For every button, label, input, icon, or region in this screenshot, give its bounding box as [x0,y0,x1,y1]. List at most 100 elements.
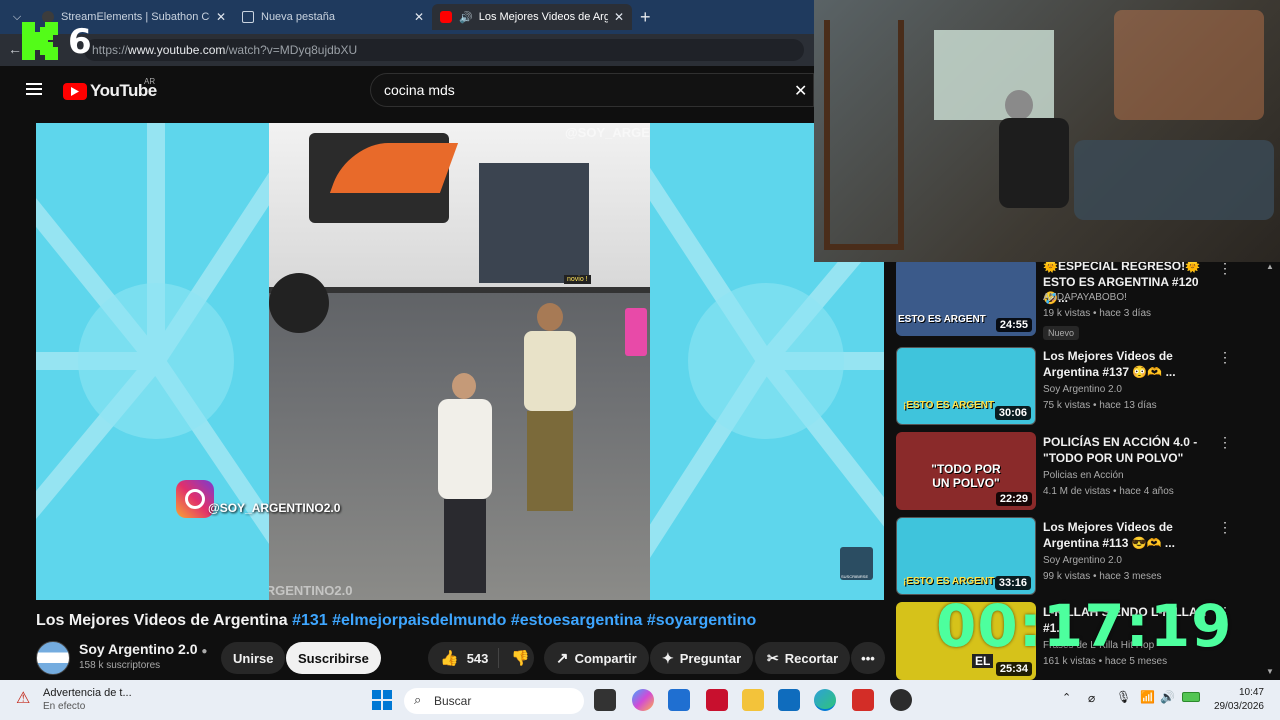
menu-icon[interactable] [26,83,42,95]
mcafee-icon[interactable] [706,689,728,711]
video-thumbnail[interactable]: ESTO ES ARGENT 24:55 [896,258,1036,336]
close-tab-icon[interactable]: ✕ [414,10,424,24]
recommendation-item[interactable]: ¡ESTO ES ARGENT 33:16 Los Mejores Videos… [896,517,1266,597]
like-count: 543 [466,650,489,666]
video-thumbnail[interactable]: ¡ESTO ES ARGENT 30:06 [896,347,1036,425]
url-scheme: https:// [92,43,129,57]
sidebar-scrollbar[interactable]: ▲ ▼ [1266,262,1274,676]
clock-time[interactable]: 10:47 [1214,687,1264,698]
more-icon[interactable]: ⋮ [1218,260,1232,277]
recommendation-title[interactable]: Los Mejores Videos de Argentina #113 😎🫶 … [1043,519,1213,551]
subscriber-count: 158 k suscriptores [79,660,161,671]
share-button[interactable]: ↗ Compartir [544,642,649,674]
webcam-overlay [814,0,1280,262]
ask-button[interactable]: ✦ Preguntar [650,642,754,674]
close-tab-icon[interactable]: ✕ [614,10,624,24]
hashtag-link[interactable]: #elmejorpaisdelmundo [332,612,506,629]
scissors-icon: ✂ [767,649,779,666]
more-icon[interactable]: ⋮ [1218,434,1232,451]
recommendation-title[interactable]: POLICÍAS EN ACCIÓN 4.0 - "TODO POR UN PO… [1043,434,1213,466]
wifi-icon[interactable]: 📶 [1140,690,1155,704]
like-button[interactable]: 👍 543 [428,648,500,668]
like-dislike-group: 👍 543 👎 [428,642,534,674]
video-title-text: Los Mejores Videos de Argentina [36,612,288,629]
recommendation-item[interactable]: ESTO ES ARGENT 24:55 🌞ESPECIAL REGRESO!🌞… [896,258,1266,340]
video-duration: 30:06 [994,406,1031,420]
more-icon[interactable]: ⋮ [1218,349,1232,366]
volume-icon[interactable]: 🔊 [1160,690,1175,704]
channel-watermark[interactable]: SUSCRIBIRSE [840,547,873,580]
lastpass-icon[interactable] [852,689,874,711]
url-path: /watch?v=MDyq8ujdbXU [225,43,358,57]
tab-label: Los Mejores Videos de Argentin [478,11,608,23]
video-thumbnail[interactable]: ¡ESTO ES ARGENT 33:16 [896,517,1036,595]
thumbs-up-icon: 👍 [440,650,459,667]
store-icon[interactable] [668,689,690,711]
tab-new-tab[interactable]: Nueva pestaña ✕ [234,4,432,30]
task-view-icon[interactable] [594,689,616,711]
new-tab-button[interactable]: + [640,7,651,28]
recommendation-title[interactable]: Los Mejores Videos de Argentina #137 😳🫶 … [1043,348,1213,380]
more-actions-button[interactable]: ••• [851,642,885,674]
recommendation-item[interactable]: "TODO POR UN POLVO" 22:29 POLICÍAS EN AC… [896,432,1266,512]
channel-name[interactable]: Soy Argentino 2.0 ● [79,641,207,657]
copilot-icon[interactable] [632,689,654,711]
more-icon[interactable]: ⋮ [1218,519,1232,536]
tab-label: Nueva pestaña [261,11,335,23]
join-button[interactable]: Unirse [221,642,286,674]
recommendation-item[interactable]: ¡ESTO ES ARGENT 30:06 Los Mejores Videos… [896,347,1266,427]
microphone-icon[interactable]: 🎙 [1116,690,1131,704]
ask-label: Preguntar [679,650,742,666]
video-duration: 22:29 [995,492,1032,506]
recommendation-channel[interactable]: Policias en Acción [1043,470,1124,481]
share-icon: ↗ [556,650,569,667]
file-explorer-icon[interactable] [742,689,764,711]
search-placeholder: Buscar [434,694,472,708]
dislike-button[interactable]: 👎 [499,649,542,667]
clip-label: Recortar [784,650,839,666]
channel-name-text: Soy Argentino 2.0 [79,641,198,657]
taskbar-search[interactable]: ⌕ Buscar [404,688,584,714]
youtube-logo[interactable]: YouTube [63,81,157,101]
tab-youtube-video[interactable]: 🔊 Los Mejores Videos de Argentin ✕ [432,4,632,30]
webcam-person [999,90,1069,240]
browser-tab-bar: ⌵ StreamElements | Subathon Count ✕ Nuev… [0,0,814,34]
recommendation-channel[interactable]: Soy Argentino 2.0 [1043,555,1122,566]
speaker-icon[interactable]: 🔊 [459,11,473,24]
edge-icon[interactable] [814,689,836,711]
subscribe-button[interactable]: Suscribirse [286,642,381,674]
logo-number: 6 [68,22,92,62]
more-icon: ••• [861,650,875,666]
clear-search-icon[interactable]: ✕ [794,81,807,101]
hashtag-link[interactable]: #soyargentino [647,612,756,629]
stream-logo: 6 [22,22,96,62]
battery-icon[interactable] [1182,692,1200,702]
thumb-caption: ¡ESTO ES ARGENT [903,400,995,411]
channel-avatar[interactable] [36,641,70,675]
back-icon[interactable]: ← [8,41,22,57]
windows-start-icon[interactable] [372,690,392,710]
clock-date[interactable]: 29/03/2026 [1206,701,1264,712]
taskbar: ⚠ Advertencia de t... En efecto ⌕ Buscar… [0,680,1280,720]
new-badge: Nuevo [1043,326,1080,340]
video-player[interactable]: novio ! @SOY_ARGENTINO2.0 @SOY_ARGENTINO… [36,123,884,600]
webcam-bunkbed [824,20,904,250]
clip-button[interactable]: ✂ Recortar [755,642,851,674]
network-off-icon[interactable]: ⌀ [1088,691,1095,705]
obs-icon[interactable] [890,689,912,711]
youtube-play-icon [63,82,87,100]
page-icon [242,11,254,23]
tray-chevron-icon[interactable]: ⌃ [1062,691,1071,704]
sparkle-icon: ✦ [662,649,674,666]
recommendation-channel[interactable]: ANDAPAYABOBO! [1043,292,1127,303]
video-thumbnail[interactable]: "TODO POR UN POLVO" 22:29 [896,432,1036,510]
close-tab-icon[interactable]: ✕ [216,10,226,24]
warning-notification[interactable]: ⚠ Advertencia de t... En efecto [16,686,146,716]
recommendation-channel[interactable]: Soy Argentino 2.0 [1043,384,1122,395]
hashtag-link[interactable]: #estoesargentina [511,612,643,629]
outlook-icon[interactable] [778,689,800,711]
recommendation-meta: 75 k vistas • hace 13 días [1043,400,1157,411]
url-field[interactable]: https://www.youtube.com/watch?v=MDyq8ujd… [84,39,804,61]
hashtag-link[interactable]: #131 [292,612,328,629]
search-input[interactable]: cocina mds [370,73,814,107]
